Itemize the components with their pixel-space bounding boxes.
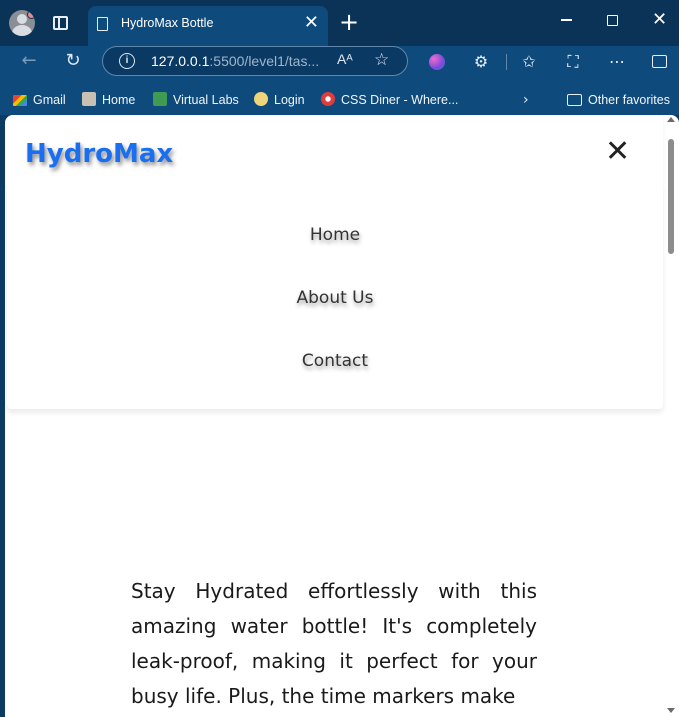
other-favorites-label: Other favorites [588,93,670,107]
copilot-icon[interactable] [426,51,448,73]
page-viewport: HydroMax ✕ Home About Us Contact Stay Hy… [5,115,679,717]
css-diner-icon [321,92,335,106]
product-description: Stay Hydrated effortlessly with this ama… [131,579,537,708]
site-logo[interactable]: HydroMax [25,139,173,169]
tab-actions-icon[interactable] [53,16,68,30]
home-page-icon [82,92,96,106]
avatar-body-icon [12,25,32,36]
tab-close-icon[interactable]: ✕ [304,13,319,33]
profile-avatar[interactable] [9,10,35,36]
nav-link-home[interactable]: Home [7,225,663,245]
page-icon [97,17,108,31]
site-info-icon[interactable]: i [119,53,135,69]
site-header: HydroMax ✕ [5,115,663,185]
tab-title: HydroMax Bottle [121,16,214,30]
toolbar-divider [506,54,507,70]
bookmark-label: Login [274,93,305,107]
scroll-up-arrow-icon[interactable] [667,117,675,122]
favorites-star-list-icon[interactable]: ✩ [518,51,540,73]
other-favorites[interactable]: Other favorites [567,90,670,110]
sidebar-toggle-icon[interactable] [648,51,670,73]
url-host: 127.0.0.1 [151,53,210,69]
bookmark-label: Gmail [33,93,66,107]
url-path: :5500/level1/tas... [209,53,320,69]
minimize-icon[interactable] [561,19,572,21]
extensions-puzzle-icon[interactable]: ⚙ [470,51,492,73]
bookmark-gmail[interactable]: Gmail [13,90,66,110]
reload-icon[interactable]: ↻ [61,46,85,76]
virtual-labs-icon [153,92,167,106]
nav-link-contact[interactable]: Contact [7,351,663,371]
screenshot-icon[interactable]: ⛶ [562,51,584,73]
bookmark-virtual-labs[interactable]: Virtual Labs [153,90,239,110]
bookmarks-bar: Gmail Home Virtual Labs Login CSS Diner … [0,86,679,115]
bookmark-home[interactable]: Home [82,90,135,110]
bookmark-css-diner[interactable]: CSS Diner - Where... [321,90,458,110]
close-menu-icon[interactable]: ✕ [605,137,630,167]
notification-dot-icon [27,10,35,19]
scrollbar-thumb[interactable] [668,139,674,254]
bookmark-login[interactable]: Login [254,90,305,110]
nav-link-about-us[interactable]: About Us [7,288,663,308]
window-close-icon[interactable]: ✕ [652,10,667,30]
url-text[interactable]: 127.0.0.1:5500/level1/tas... [151,53,319,69]
new-tab-icon[interactable]: + [339,10,359,34]
add-favorite-star-icon[interactable]: ☆ [374,50,389,70]
browser-toolbar: ← ↻ i 127.0.0.1:5500/level1/tas... Aᴬ ☆ … [0,46,679,86]
bookmark-label: CSS Diner - Where... [341,93,459,107]
nav-menu: Home About Us Contact [7,183,663,409]
gmail-icon [13,95,27,106]
more-menu-icon[interactable]: ⋯ [606,51,628,73]
tab-hydromax[interactable]: HydroMax Bottle ✕ [88,6,328,46]
read-aloud-icon[interactable]: Aᴬ [337,51,353,67]
address-bar[interactable]: i 127.0.0.1:5500/level1/tas... Aᴬ ☆ [102,46,408,76]
scroll-down-arrow-icon[interactable] [667,708,675,713]
avatar-head-icon [17,14,27,24]
maximize-icon[interactable] [607,15,618,26]
folder-icon [567,94,582,106]
bookmarks-overflow-chevron-icon[interactable]: › [523,90,529,110]
bookmark-label: Home [102,93,136,107]
bookmark-label: Virtual Labs [173,93,239,107]
login-icon [254,92,268,106]
browser-title-bar: HydroMax Bottle ✕ + ✕ [0,0,679,46]
back-arrow-icon[interactable]: ← [17,46,41,76]
